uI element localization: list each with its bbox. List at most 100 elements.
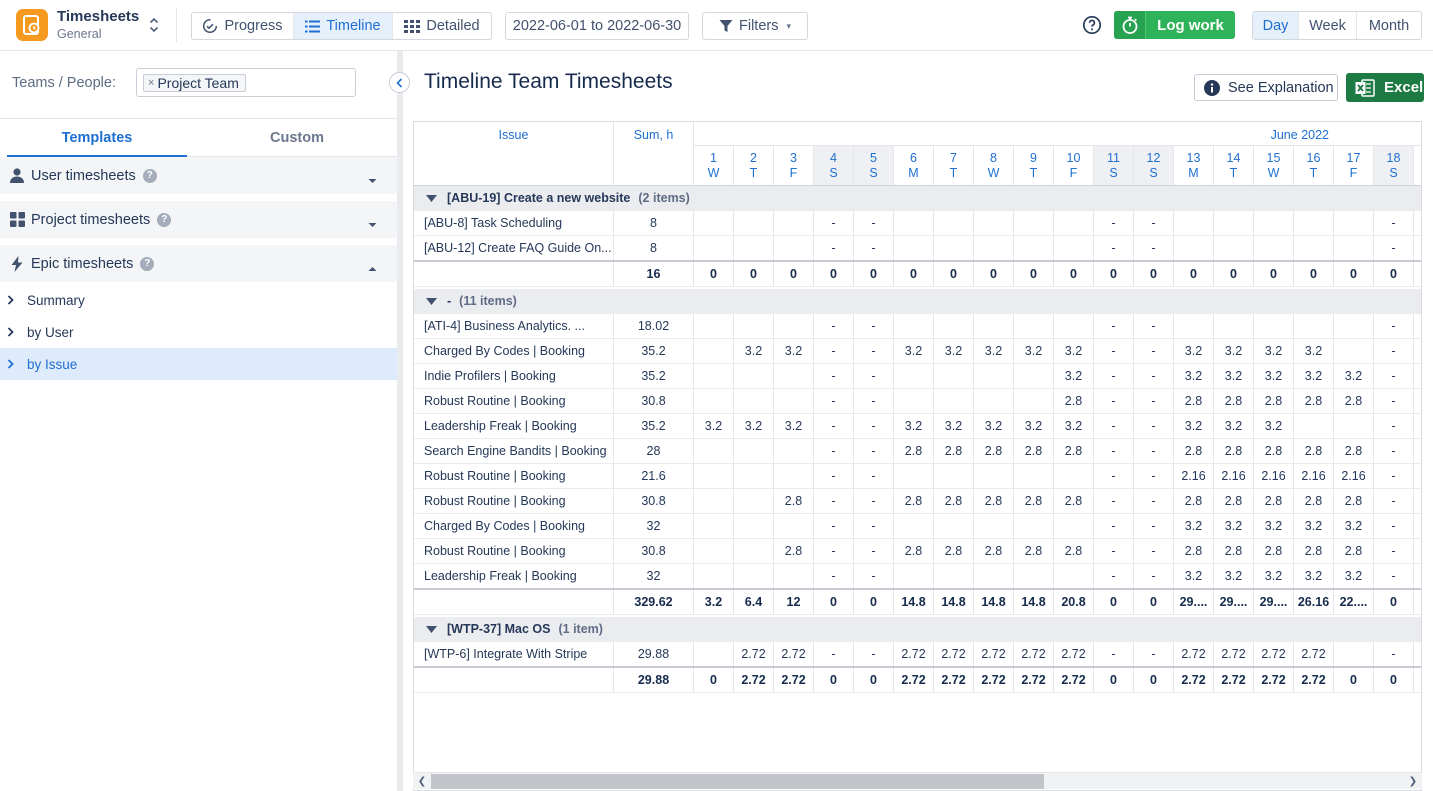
day-cell[interactable]: - xyxy=(1374,642,1414,667)
day-cell[interactable] xyxy=(1334,211,1374,236)
day-cell[interactable] xyxy=(1014,464,1054,489)
day-cell[interactable]: 26.16 xyxy=(1294,590,1334,615)
day-cell[interactable] xyxy=(974,211,1014,236)
day-cell[interactable]: 2.8 xyxy=(1014,539,1054,564)
day-cell[interactable]: - xyxy=(1094,364,1134,389)
day-cell[interactable] xyxy=(974,364,1014,389)
day-cell[interactable]: 3.2 xyxy=(1174,339,1214,364)
day-cell[interactable]: 2.16 xyxy=(1174,464,1214,489)
day-cell[interactable]: - xyxy=(1094,642,1134,667)
day-cell[interactable]: 3.2 xyxy=(1014,414,1054,439)
log-work-button[interactable]: Log work xyxy=(1114,11,1235,39)
epic-item-summary[interactable]: Summary xyxy=(0,284,397,316)
period-week[interactable]: Week xyxy=(1299,12,1357,39)
day-cell[interactable]: 3.2 xyxy=(1174,514,1214,539)
day-cell[interactable]: 2.8 xyxy=(894,489,934,514)
day-cell[interactable] xyxy=(694,364,734,389)
day-cell[interactable]: 2.72 xyxy=(1054,642,1094,667)
day-cell[interactable] xyxy=(774,514,814,539)
day-cell[interactable]: - xyxy=(814,642,854,667)
day-cell[interactable]: 2.8 xyxy=(774,489,814,514)
day-cell[interactable] xyxy=(1254,236,1294,261)
day-cell[interactable] xyxy=(774,314,814,339)
day-cell[interactable]: 0 xyxy=(1094,590,1134,615)
day-cell[interactable]: - xyxy=(814,211,854,236)
day-cell[interactable] xyxy=(1214,236,1254,261)
day-cell[interactable] xyxy=(694,489,734,514)
day-cell[interactable] xyxy=(1054,564,1094,589)
day-cell[interactable]: 2.72 xyxy=(1174,668,1214,693)
day-cell[interactable] xyxy=(734,439,774,464)
day-cell[interactable]: 3.2 xyxy=(774,414,814,439)
day-cell[interactable]: - xyxy=(1094,489,1134,514)
day-cell[interactable]: 3.2 xyxy=(934,414,974,439)
day-cell[interactable]: - xyxy=(1094,236,1134,261)
day-cell[interactable]: - xyxy=(854,314,894,339)
day-cell[interactable]: - xyxy=(1134,314,1174,339)
day-cell[interactable]: 0 xyxy=(734,262,774,287)
day-cell[interactable] xyxy=(1014,564,1054,589)
issue-cell[interactable]: Charged By Codes | Booking xyxy=(414,514,614,539)
day-cell[interactable] xyxy=(694,539,734,564)
day-cell[interactable]: 0 xyxy=(1054,262,1094,287)
day-cell[interactable]: 3.2 xyxy=(1174,364,1214,389)
day-cell[interactable]: 3.2 xyxy=(1054,339,1094,364)
day-cell[interactable] xyxy=(894,564,934,589)
day-cell[interactable]: 29.... xyxy=(1254,590,1294,615)
day-cell[interactable]: 3.2 xyxy=(1214,564,1254,589)
day-cell[interactable]: 0 xyxy=(774,262,814,287)
tab-detailed[interactable]: Detailed xyxy=(393,13,491,39)
day-cell[interactable]: 2.8 xyxy=(1254,439,1294,464)
day-cell[interactable]: 2.72 xyxy=(934,642,974,667)
day-cell[interactable]: 2.72 xyxy=(734,642,774,667)
day-cell[interactable] xyxy=(894,464,934,489)
day-cell[interactable]: 2.8 xyxy=(1294,539,1334,564)
day-cell[interactable]: - xyxy=(1134,642,1174,667)
day-cell[interactable] xyxy=(1054,464,1094,489)
tab-timeline[interactable]: Timeline xyxy=(294,13,393,39)
day-cell[interactable]: - xyxy=(854,439,894,464)
day-cell[interactable]: 2.72 xyxy=(1214,642,1254,667)
day-cell[interactable]: - xyxy=(854,464,894,489)
group-header[interactable]: [ABU-19] Create a new website (2 items) xyxy=(414,186,1421,211)
day-cell[interactable]: - xyxy=(1134,489,1174,514)
day-cell[interactable]: - xyxy=(1374,314,1414,339)
day-cell[interactable] xyxy=(774,236,814,261)
day-cell[interactable]: - xyxy=(814,389,854,414)
day-cell[interactable]: 14.8 xyxy=(974,590,1014,615)
day-cell[interactable]: 3.2 xyxy=(1254,414,1294,439)
day-cell[interactable]: - xyxy=(1134,364,1174,389)
teams-people-input[interactable]: × Project Team xyxy=(136,68,356,97)
day-cell[interactable]: 29.... xyxy=(1214,590,1254,615)
day-cell[interactable]: 2.8 xyxy=(1214,389,1254,414)
day-cell[interactable]: 0 xyxy=(1374,590,1414,615)
day-cell[interactable] xyxy=(934,236,974,261)
day-cell[interactable]: 3.2 xyxy=(734,414,774,439)
day-cell[interactable]: 0 xyxy=(1094,262,1134,287)
day-cell[interactable]: 2.8 xyxy=(894,539,934,564)
day-cell[interactable] xyxy=(1054,314,1094,339)
day-cell[interactable]: - xyxy=(1374,564,1414,589)
day-cell[interactable] xyxy=(894,236,934,261)
day-cell[interactable] xyxy=(1214,314,1254,339)
issue-cell[interactable]: Indie Profilers | Booking xyxy=(414,364,614,389)
day-cell[interactable]: 0 xyxy=(1014,262,1054,287)
day-cell[interactable]: 3.2 xyxy=(1254,364,1294,389)
day-cell[interactable]: 3.2 xyxy=(1294,364,1334,389)
day-cell[interactable]: - xyxy=(1374,364,1414,389)
issue-cell[interactable]: Robust Routine | Booking xyxy=(414,489,614,514)
day-cell[interactable]: - xyxy=(854,389,894,414)
day-cell[interactable]: 3.2 xyxy=(1334,364,1374,389)
day-cell[interactable]: - xyxy=(1134,464,1174,489)
day-cell[interactable] xyxy=(694,211,734,236)
day-cell[interactable] xyxy=(1294,236,1334,261)
day-cell[interactable]: - xyxy=(854,564,894,589)
day-cell[interactable]: 2.8 xyxy=(1054,439,1094,464)
day-cell[interactable] xyxy=(934,514,974,539)
day-cell[interactable]: 12 xyxy=(774,590,814,615)
day-cell[interactable]: 3.2 xyxy=(1254,564,1294,589)
day-cell[interactable]: 2.8 xyxy=(1254,489,1294,514)
day-cell[interactable] xyxy=(694,439,734,464)
day-cell[interactable] xyxy=(934,389,974,414)
day-cell[interactable]: 2.8 xyxy=(1014,439,1054,464)
